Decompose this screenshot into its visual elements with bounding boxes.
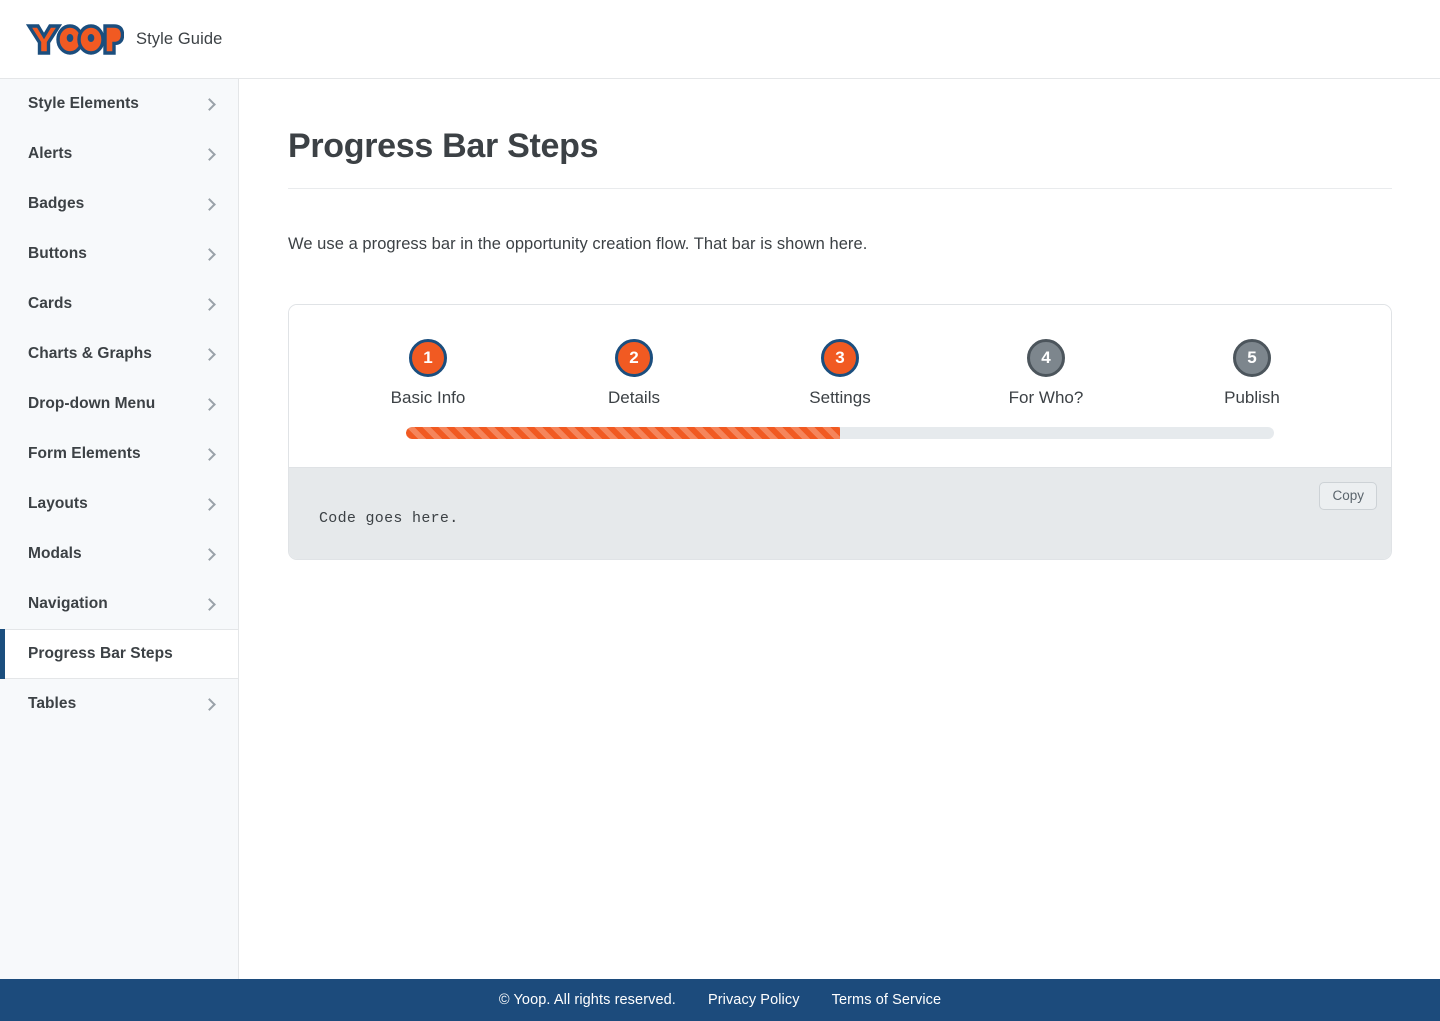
sidebar-item-navigation[interactable]: Navigation bbox=[0, 579, 238, 629]
step-label: Basic Info bbox=[390, 388, 466, 407]
step-number-badge: 3 bbox=[821, 339, 859, 377]
step-label: Details bbox=[608, 388, 660, 407]
progress-bar-fill bbox=[406, 427, 840, 439]
sidebar-item-buttons[interactable]: Buttons bbox=[0, 229, 238, 279]
chevron-right-icon bbox=[203, 497, 216, 511]
sidebar-item-badges[interactable]: Badges bbox=[0, 179, 238, 229]
sidebar-item-layouts[interactable]: Layouts bbox=[0, 479, 238, 529]
progress-step-2[interactable]: 2 Details bbox=[531, 339, 737, 408]
sidebar-item-label: Badges bbox=[28, 195, 85, 212]
sidebar-item-progress-bar-steps[interactable]: Progress Bar Steps bbox=[0, 629, 238, 679]
chevron-right-icon bbox=[203, 347, 216, 361]
main-content: Progress Bar Steps We use a progress bar… bbox=[239, 79, 1440, 979]
sidebar-item-style-elements[interactable]: Style Elements bbox=[0, 79, 238, 129]
code-snippet-text: Code goes here. bbox=[319, 510, 459, 527]
chevron-right-icon bbox=[203, 447, 216, 461]
chevron-right-icon bbox=[203, 697, 216, 711]
step-label: Publish bbox=[1224, 388, 1280, 407]
yoop-logo-icon bbox=[25, 24, 124, 55]
chevron-right-icon bbox=[203, 547, 216, 561]
sidebar-item-label: Drop-down Menu bbox=[28, 395, 156, 412]
sidebar-item-label: Navigation bbox=[28, 595, 108, 612]
progress-step-3[interactable]: 3 Settings bbox=[737, 339, 943, 408]
brand-logo-group[interactable]: Style Guide bbox=[24, 17, 222, 61]
sidebar-item-modals[interactable]: Modals bbox=[0, 529, 238, 579]
sidebar-nav: Style Elements Alerts Badges Buttons Cards Ch… bbox=[0, 79, 239, 979]
step-label: For Who? bbox=[1008, 388, 1084, 407]
sidebar-item-label: Buttons bbox=[28, 245, 87, 262]
sidebar-item-label: Progress Bar Steps bbox=[28, 645, 173, 662]
progress-step-5[interactable]: 5 Publish bbox=[1149, 339, 1355, 408]
page-description: We use a progress bar in the opportunity… bbox=[288, 235, 868, 253]
step-number-badge: 1 bbox=[409, 339, 447, 377]
step-label: Settings bbox=[809, 388, 871, 407]
sidebar-item-form-elements[interactable]: Form Elements bbox=[0, 429, 238, 479]
sidebar-item-tables[interactable]: Tables bbox=[0, 679, 238, 729]
sidebar-item-label: Style Elements bbox=[28, 95, 139, 112]
footer-copyright: © Yoop. All rights reserved. bbox=[498, 992, 676, 1008]
sidebar-item-label: Charts & Graphs bbox=[28, 345, 152, 362]
header-subtitle: Style Guide bbox=[136, 29, 223, 48]
chevron-right-icon bbox=[203, 197, 216, 211]
progress-step-4[interactable]: 4 For Who? bbox=[943, 339, 1149, 408]
progress-step-1[interactable]: 1 Basic Info bbox=[325, 339, 531, 408]
app-root: Style Guide Style Elements Alerts Badges Bu… bbox=[0, 0, 1440, 1021]
footer-link-privacy-policy[interactable]: Privacy Policy bbox=[708, 992, 800, 1008]
sidebar-item-label: Alerts bbox=[28, 145, 73, 162]
sidebar-item-charts-graphs[interactable]: Charts & Graphs bbox=[0, 329, 238, 379]
sidebar-item-alerts[interactable]: Alerts bbox=[0, 129, 238, 179]
page-title: Progress Bar Steps bbox=[288, 127, 1392, 189]
copy-button[interactable]: Copy bbox=[1319, 482, 1377, 510]
sidebar-item-label: Tables bbox=[28, 695, 77, 712]
step-number-badge: 2 bbox=[615, 339, 653, 377]
chevron-right-icon bbox=[203, 597, 216, 611]
sidebar-item-drop-down-menu[interactable]: Drop-down Menu bbox=[0, 379, 238, 429]
code-snippet-block: Copy Code goes here. bbox=[289, 467, 1391, 559]
sidebar-item-label: Form Elements bbox=[28, 445, 141, 462]
chevron-right-icon bbox=[203, 297, 216, 311]
footer-link-terms-of-service[interactable]: Terms of Service bbox=[832, 992, 942, 1008]
chevron-right-icon bbox=[203, 147, 216, 161]
body-split: Style Elements Alerts Badges Buttons Cards Ch… bbox=[0, 79, 1440, 979]
app-footer: © Yoop. All rights reserved. Privacy Pol… bbox=[0, 979, 1440, 1021]
progress-steps-row: 1 Basic Info 2 Details 3 Settings 4 For Who? 5 Pu… bbox=[289, 339, 1391, 408]
chevron-right-icon bbox=[203, 397, 216, 411]
step-number-badge: 5 bbox=[1233, 339, 1271, 377]
component-demo-card: 1 Basic Info 2 Details 3 Settings 4 For Who? 5 Pu… bbox=[288, 304, 1392, 560]
progress-bar-track bbox=[406, 427, 1274, 439]
sidebar-item-label: Layouts bbox=[28, 495, 88, 512]
sidebar-item-label: Cards bbox=[28, 295, 73, 312]
chevron-right-icon bbox=[203, 97, 216, 111]
app-header: Style Guide bbox=[0, 0, 1440, 79]
chevron-right-icon bbox=[203, 247, 216, 261]
progress-bar-demo: 1 Basic Info 2 Details 3 Settings 4 For Who? 5 Pu… bbox=[289, 305, 1391, 467]
sidebar-item-cards[interactable]: Cards bbox=[0, 279, 238, 329]
step-number-badge: 4 bbox=[1027, 339, 1065, 377]
sidebar-item-label: Modals bbox=[28, 545, 82, 562]
